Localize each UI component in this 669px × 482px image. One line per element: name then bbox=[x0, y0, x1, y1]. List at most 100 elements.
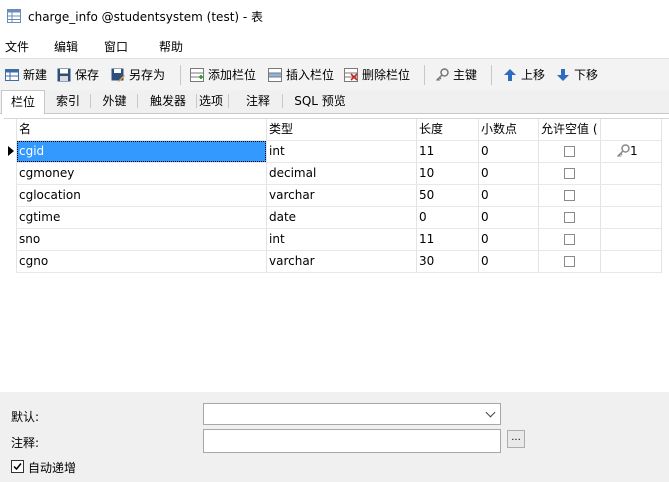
cell-type[interactable]: decimal bbox=[267, 163, 416, 184]
cell-type[interactable]: date bbox=[267, 207, 416, 228]
save-icon bbox=[57, 68, 71, 82]
tab-fields[interactable]: 栏位 bbox=[1, 90, 45, 114]
add-field-icon bbox=[190, 68, 204, 82]
key-icon bbox=[435, 68, 449, 82]
arrow-down-icon bbox=[557, 69, 569, 81]
comment-input[interactable] bbox=[203, 429, 501, 453]
column-divider bbox=[661, 119, 662, 273]
toolbar-separator bbox=[491, 65, 492, 85]
tab-foreign-keys[interactable]: 外键 bbox=[92, 90, 138, 112]
save-as-icon bbox=[111, 68, 125, 82]
tab-foreign-keys-label: 外键 bbox=[102, 94, 127, 108]
save-button-label: 保存 bbox=[75, 68, 100, 82]
insert-field-button[interactable]: 插入栏位 bbox=[268, 66, 334, 84]
move-up-label: 上移 bbox=[521, 68, 546, 82]
cell-decimals[interactable]: 0 bbox=[479, 141, 538, 162]
comment-label: 注释: bbox=[11, 436, 40, 450]
tab-triggers[interactable]: 触发器 bbox=[140, 90, 197, 112]
menu-edit[interactable]: 编辑 bbox=[54, 38, 78, 55]
add-field-button[interactable]: 添加栏位 bbox=[190, 66, 256, 84]
tab-options-label: 选项 bbox=[198, 94, 223, 108]
tab-comments-label: 注释 bbox=[245, 94, 270, 108]
checkmark-icon bbox=[13, 463, 22, 471]
cell-decimals[interactable]: 0 bbox=[479, 229, 538, 250]
comment-browse-button[interactable]: ... bbox=[507, 430, 525, 448]
key-order: 1 bbox=[630, 144, 638, 158]
new-table-icon bbox=[5, 69, 19, 81]
fields-grid[interactable]: 名 类型 长度 小数点 允许空值 ( cgid int 11 0 1 cgmoney dec… bbox=[4, 118, 669, 393]
primary-key-button[interactable]: 主键 bbox=[435, 66, 477, 84]
cell-length[interactable]: 50 bbox=[417, 185, 478, 206]
key-icon bbox=[616, 144, 630, 158]
header-name[interactable]: 名 bbox=[17, 119, 266, 140]
header-decimals[interactable]: 小数点 bbox=[479, 119, 538, 140]
header-length[interactable]: 长度 bbox=[417, 119, 478, 140]
delete-field-button[interactable]: 删除栏位 bbox=[344, 66, 410, 84]
tab-sql-preview[interactable]: SQL 预览 bbox=[288, 90, 352, 112]
save-as-button-label: 另存为 bbox=[129, 68, 166, 82]
row-divider bbox=[16, 272, 661, 273]
toolbar-separator bbox=[424, 65, 425, 85]
tab-indexes-label: 索引 bbox=[55, 94, 80, 108]
tab-comments[interactable]: 注释 bbox=[234, 90, 283, 112]
header-nullable[interactable]: 允许空值 ( bbox=[539, 119, 600, 140]
cell-name[interactable]: cgmoney bbox=[17, 163, 266, 184]
title-bar: charge_info @studentsystem (test) - 表 bbox=[0, 0, 669, 32]
menu-window[interactable]: 窗口 bbox=[104, 38, 128, 55]
cell-length[interactable]: 30 bbox=[417, 251, 478, 272]
insert-field-label: 插入栏位 bbox=[286, 68, 335, 82]
cell-name[interactable]: cgno bbox=[17, 251, 266, 272]
new-button[interactable]: 新建 bbox=[5, 66, 47, 84]
window-title: charge_info @studentsystem (test) - 表 bbox=[28, 10, 264, 24]
move-down-button[interactable]: 下移 bbox=[556, 66, 598, 84]
nullable-checkbox[interactable] bbox=[564, 190, 575, 201]
primary-key-cell[interactable]: 1 bbox=[614, 141, 660, 162]
insert-field-icon bbox=[268, 68, 282, 82]
toolbar: 新建 保存 另存为 添加栏位 插入栏位 删除栏位 主键 上移 下移 bbox=[0, 58, 669, 91]
menu-bar: 文件 编辑 窗口 帮助 bbox=[0, 32, 669, 58]
delete-field-icon bbox=[344, 68, 358, 82]
cell-length[interactable]: 11 bbox=[417, 229, 478, 250]
cell-length[interactable]: 11 bbox=[417, 141, 478, 162]
arrow-up-icon bbox=[504, 69, 516, 81]
tab-options[interactable]: 选项 bbox=[194, 90, 229, 112]
auto-increment-label: 自动递增 bbox=[28, 461, 77, 475]
cell-decimals[interactable]: 0 bbox=[479, 163, 538, 184]
cell-type[interactable]: varchar bbox=[267, 185, 416, 206]
nullable-checkbox[interactable] bbox=[564, 234, 575, 245]
chevron-down-icon[interactable] bbox=[485, 407, 496, 418]
save-as-button[interactable]: 另存为 bbox=[111, 66, 165, 84]
cell-type[interactable]: varchar bbox=[267, 251, 416, 272]
nullable-checkbox[interactable] bbox=[564, 146, 575, 157]
auto-increment-checkbox[interactable] bbox=[11, 460, 24, 473]
tab-indexes[interactable]: 索引 bbox=[46, 90, 91, 112]
cell-decimals[interactable]: 0 bbox=[479, 251, 538, 272]
delete-field-label: 删除栏位 bbox=[362, 68, 411, 82]
menu-file[interactable]: 文件 bbox=[5, 38, 29, 55]
move-up-button[interactable]: 上移 bbox=[503, 66, 545, 84]
nullable-checkbox[interactable] bbox=[564, 256, 575, 267]
current-row-indicator bbox=[8, 146, 14, 156]
header-type[interactable]: 类型 bbox=[267, 119, 416, 140]
default-value-select[interactable] bbox=[203, 403, 501, 425]
cell-decimals[interactable]: 0 bbox=[479, 185, 538, 206]
default-label: 默认: bbox=[11, 410, 40, 424]
cell-name[interactable]: cgtime bbox=[17, 207, 266, 228]
tab-strip: 栏位 索引 外键 触发器 选项 注释 SQL 预览 bbox=[0, 90, 669, 114]
field-properties-panel: 默认: 注释: ... 自动递增 bbox=[0, 392, 669, 482]
nullable-checkbox[interactable] bbox=[564, 212, 575, 223]
cell-name[interactable]: sno bbox=[17, 229, 266, 250]
add-field-label: 添加栏位 bbox=[208, 68, 257, 82]
menu-help[interactable]: 帮助 bbox=[159, 38, 183, 55]
nullable-checkbox[interactable] bbox=[564, 168, 575, 179]
cell-name[interactable]: cgid bbox=[17, 141, 266, 162]
cell-type[interactable]: int bbox=[267, 229, 416, 250]
cell-length[interactable]: 10 bbox=[417, 163, 478, 184]
cell-type[interactable]: int bbox=[267, 141, 416, 162]
cell-length[interactable]: 0 bbox=[417, 207, 478, 228]
save-button[interactable]: 保存 bbox=[57, 66, 99, 84]
cell-name[interactable]: cglocation bbox=[17, 185, 266, 206]
cell-decimals[interactable]: 0 bbox=[479, 207, 538, 228]
tab-sql-preview-label: SQL 预览 bbox=[294, 94, 346, 108]
toolbar-separator bbox=[180, 65, 181, 85]
